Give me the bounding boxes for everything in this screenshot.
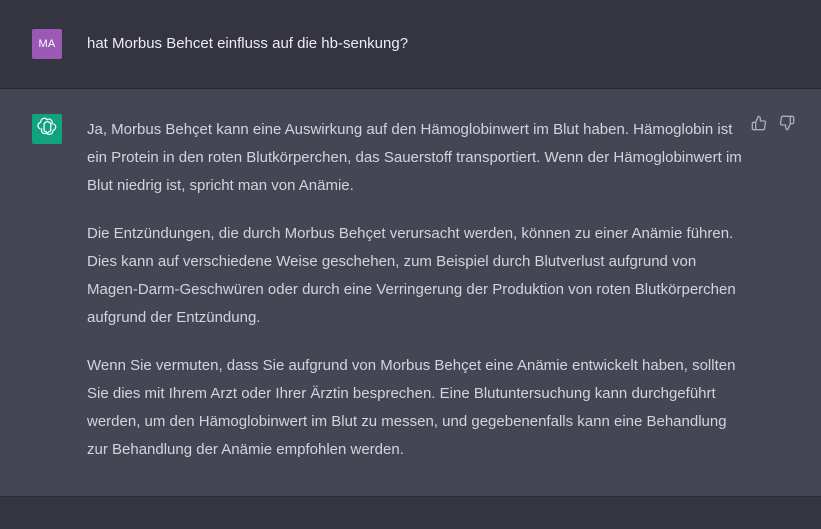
assistant-avatar xyxy=(32,114,62,144)
assistant-paragraph: Die Entzündungen, die durch Morbus Behçe… xyxy=(87,225,736,326)
assistant-paragraph: Ja, Morbus Behçet kann eine Auswirkung a… xyxy=(87,121,742,194)
user-message-row: MA hat Morbus Behcet einfluss auf die hb… xyxy=(0,0,821,89)
user-avatar: MA xyxy=(32,29,62,59)
thumbs-down-button[interactable] xyxy=(779,115,795,136)
openai-logo-icon xyxy=(37,117,57,142)
user-message-text: hat Morbus Behcet einfluss auf die hb-se… xyxy=(87,35,409,52)
assistant-message-row: Ja, Morbus Behçet kann eine Auswirkung a… xyxy=(0,89,821,497)
thumbs-up-button[interactable] xyxy=(751,115,767,136)
thumbs-up-icon xyxy=(751,115,767,136)
assistant-paragraph: Wenn Sie vermuten, dass Sie aufgrund von… xyxy=(87,357,736,458)
bottom-area xyxy=(0,497,821,529)
feedback-buttons xyxy=(751,115,795,136)
thumbs-down-icon xyxy=(779,115,795,136)
assistant-message-body: Ja, Morbus Behçet kann eine Auswirkung a… xyxy=(87,116,747,484)
